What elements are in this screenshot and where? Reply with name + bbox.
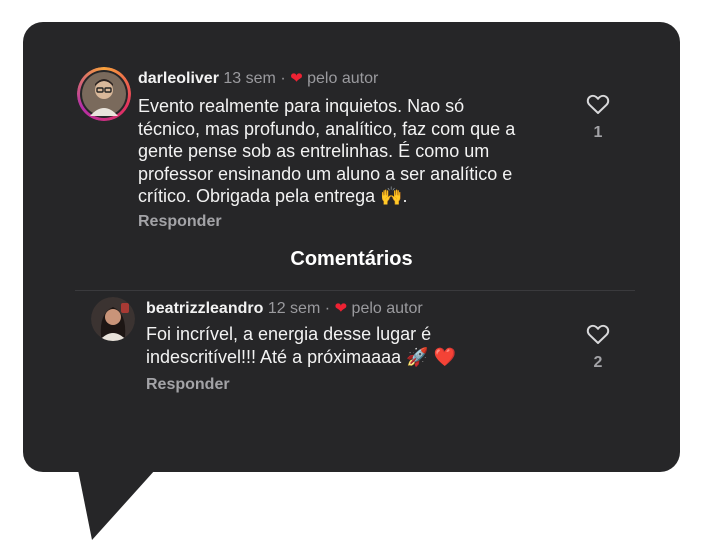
- avatar-darleoliver[interactable]: [77, 67, 131, 121]
- username[interactable]: darleoliver: [138, 70, 219, 87]
- avatar-beatrizzleandro[interactable]: [91, 297, 135, 341]
- divider: [75, 290, 635, 291]
- timestamp: 13 sem: [223, 70, 276, 87]
- liked-by-author: pelo autor: [351, 300, 423, 317]
- comment-meta: beatrizzleandro 12 sem · ❤ pelo autor: [146, 300, 423, 317]
- username[interactable]: beatrizzleandro: [146, 300, 263, 317]
- comment-text: Foi incrível, a energia desse lugar é in…: [146, 324, 456, 367]
- reply-button[interactable]: Responder: [146, 376, 230, 394]
- heart-outline-icon[interactable]: [586, 323, 610, 345]
- heart-icon: ❤: [290, 70, 303, 87]
- profile-photo-icon: [82, 72, 126, 116]
- like-count: 1: [593, 124, 603, 141]
- comment-text: Evento realmente para inquietos. Nao só …: [138, 96, 516, 206]
- like-control: 1: [583, 93, 613, 142]
- heart-icon: ❤: [334, 300, 348, 317]
- reply-button[interactable]: Responder: [138, 213, 222, 231]
- like-count: 2: [593, 354, 603, 371]
- section-title: Comentários: [290, 248, 413, 270]
- heart-outline-icon[interactable]: [586, 93, 610, 115]
- timestamp: 12 sem: [267, 300, 321, 317]
- liked-by-author: pelo autor: [307, 70, 379, 87]
- like-control: 2: [583, 323, 613, 372]
- comment-meta: darleoliver 13 sem · ❤ pelo autor: [138, 70, 379, 87]
- profile-photo-icon: [91, 297, 135, 341]
